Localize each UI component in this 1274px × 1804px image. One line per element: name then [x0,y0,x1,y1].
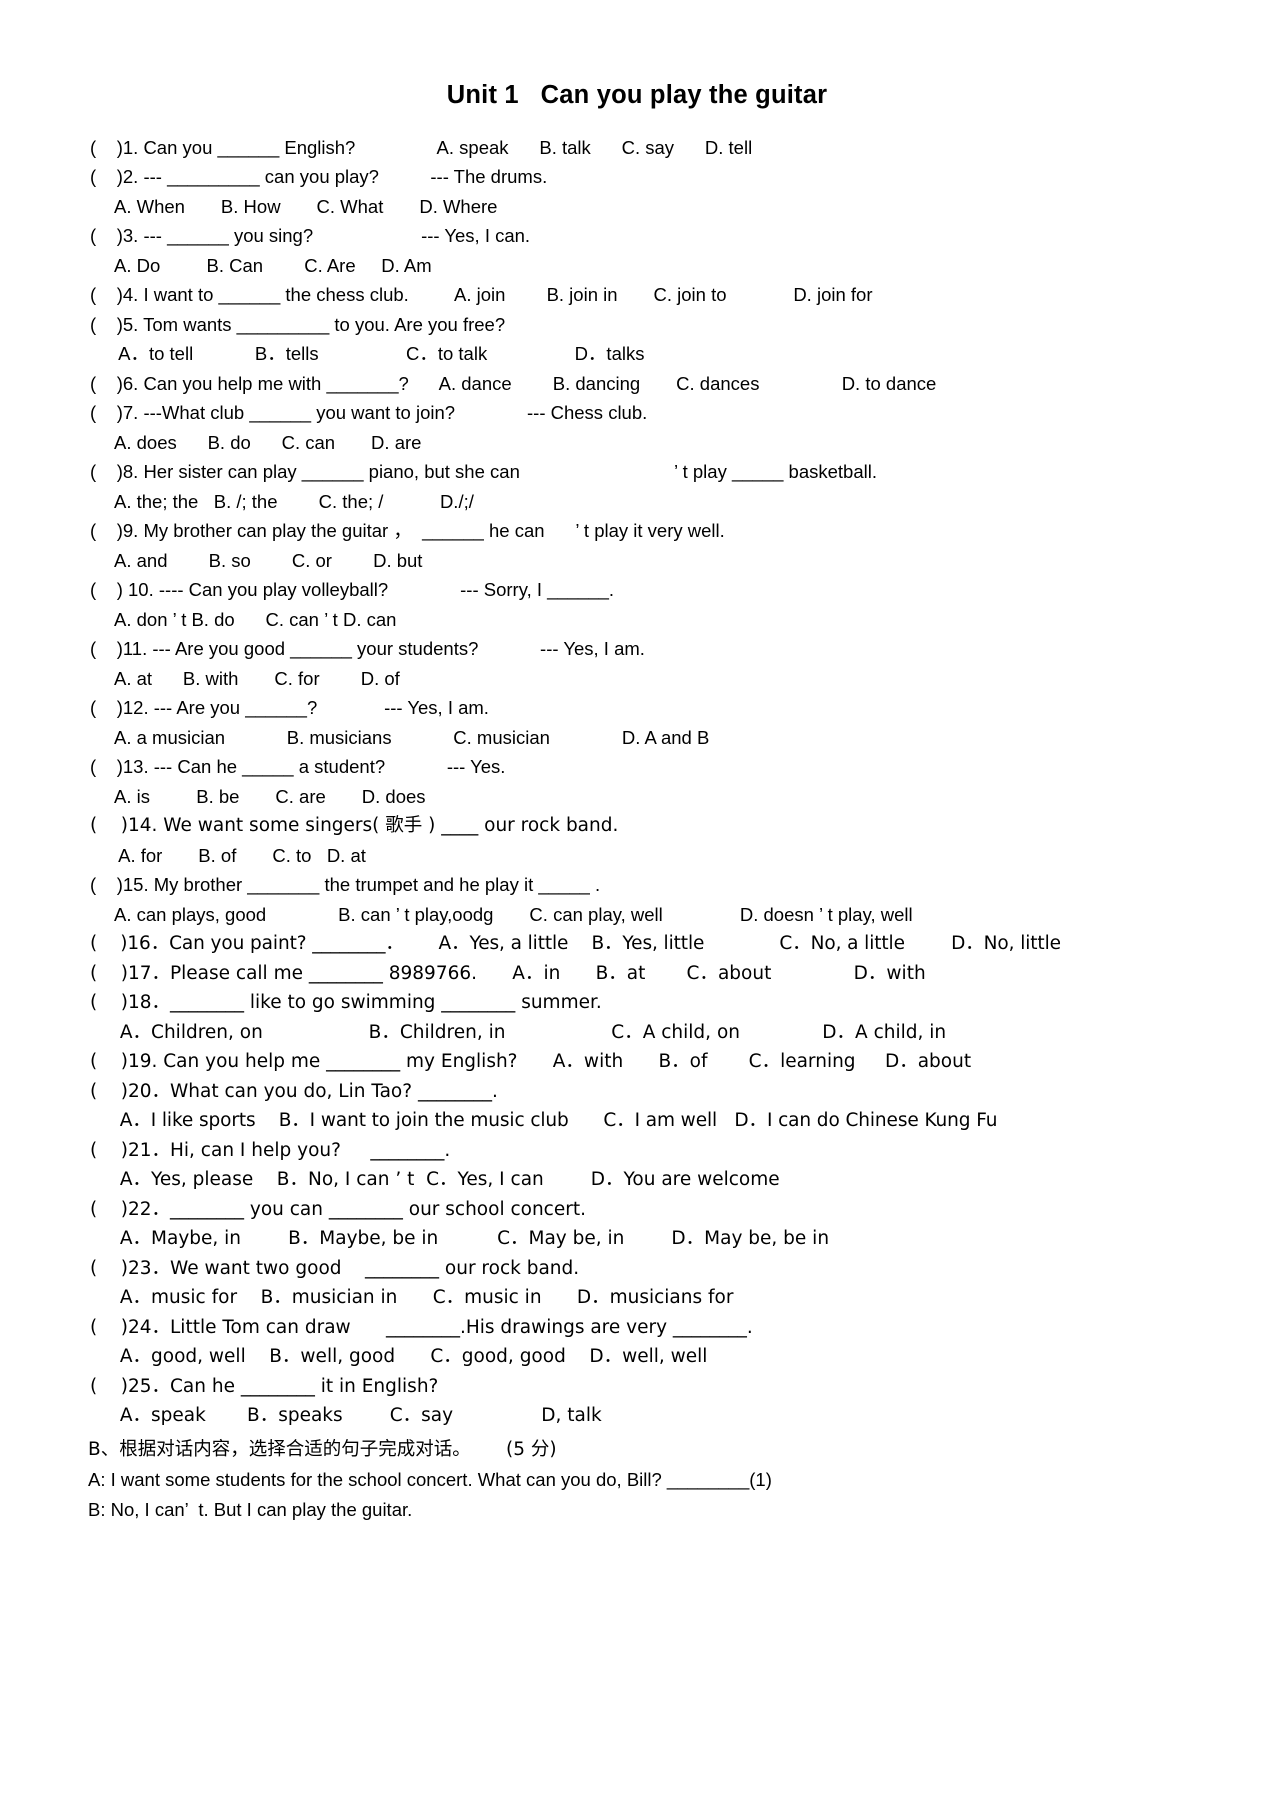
question-11-options: A. at B. with C. for D. of [114,667,400,689]
question-15-stem: ( )15. My brother _______ the trumpet an… [90,874,601,896]
questions-block: ( )1. Can you ______ English? A. speak B… [0,111,1274,1431]
question-6-stem: ( )6. Can you help me with _______? A. d… [90,372,937,394]
question-23-stem: ( )23．We want two good ________ our rock… [90,1257,580,1279]
question-9-options: A. and B. so C. or D. but [114,549,423,571]
question-17-stem: ( )17．Please call me ________ 8989766. A… [90,962,926,984]
question-14-options: A. for B. of C. to D. at [114,844,366,866]
section-b-block: B、根据对话内容，选择合适的句子完成对话。 (5 分) A: I want so… [0,1431,1274,1525]
question-9-stem: ( )9. My brother can play the guitar ， _… [90,520,725,542]
question-18-stem: ( )18．________ like to go swimming _____… [90,992,602,1014]
question-11-stem: ( )11. --- Are you good ______ your stud… [90,638,645,660]
dialogue-line-b: B: No, I can’ t. But I can play the guit… [88,1498,413,1520]
question-14-stem: ( )14. We want some singers( 歌手 ) ____ o… [90,815,619,837]
question-7-stem: ( )7. ---What club ______ you want to jo… [90,402,648,424]
worksheet-page: Unit 1 Can you play the guitar ( )1. Can… [0,0,1274,1804]
question-24-options: A．good, well B．well, good C．good, good D… [114,1346,708,1368]
question-4-stem: ( )4. I want to ______ the chess club. A… [90,284,873,306]
question-18-options: A．Children, on B．Children, in C．A child,… [114,1021,947,1043]
page-title: Unit 1 Can you play the guitar [446,81,828,109]
question-3-options: A. Do B. Can C. Are D. Am [114,254,432,276]
question-15-options: A. can plays, good B. can ’ t play,oodg … [114,903,913,925]
question-22-stem: ( )22．________ you can ________ our scho… [90,1198,586,1220]
question-23-options: A．music for B．musician in C．music in D．m… [114,1287,734,1309]
question-24-stem: ( )24．Little Tom can draw ________.His d… [90,1316,753,1338]
question-2-options: A. When B. How C. What D. Where [114,195,498,217]
question-8-stem: ( )8. Her sister can play ______ piano, … [90,461,877,483]
question-12-stem: ( )12. --- Are you ______? --- Yes, I am… [90,697,489,719]
question-10-options: A. don ’ t B. do C. can ’ t D. can [114,608,397,630]
question-12-options: A. a musician B. musicians C. musician D… [114,726,710,748]
question-13-options: A. is B. be C. are D. does [114,785,426,807]
question-16-stem: ( )16．Can you paint? ________． A．Yes, a … [90,933,1061,955]
question-5-stem: ( )5. Tom wants _________ to you. Are yo… [90,313,506,335]
question-21-options: A．Yes, please B．No, I can ’ t C．Yes, I c… [114,1169,780,1191]
question-20-options: A．I like sports B．I want to join the mus… [114,1110,998,1132]
question-1-stem: ( )1. Can you ______ English? A. speak B… [90,136,753,158]
question-3-stem: ( )3. --- ______ you sing? --- Yes, I ca… [90,225,531,247]
question-19-stem: ( )19. Can you help me ________ my Engli… [90,1051,972,1073]
question-13-stem: ( )13. --- Can he _____ a student? --- Y… [90,756,506,778]
section-b-heading: B、根据对话内容，选择合适的句子完成对话。 (5 分) [88,1438,557,1460]
dialogue-line-a: A: I want some students for the school c… [88,1468,772,1490]
question-5-options: A．to tell B．tells C．to talk D．talks [114,343,645,365]
question-22-options: A．Maybe, in B．Maybe, be in C．May be, in … [114,1228,830,1250]
question-2-stem: ( )2. --- _________ can you play? --- Th… [90,166,548,188]
question-25-options: A．speak B．speaks C．say D, talk [114,1405,602,1427]
question-7-options: A. does B. do C. can D. are [114,431,422,453]
question-8-options: A. the; the B. /; the C. the; / D./;/ [114,490,474,512]
question-21-stem: ( )21．Hi, can I help you? ________. [90,1139,451,1161]
question-10-stem: ( ) 10. ---- Can you play volleyball? --… [90,579,615,601]
question-25-stem: ( )25．Can he ________ it in English? [90,1375,439,1397]
question-20-stem: ( )20．What can you do, Lin Tao? ________… [90,1080,498,1102]
